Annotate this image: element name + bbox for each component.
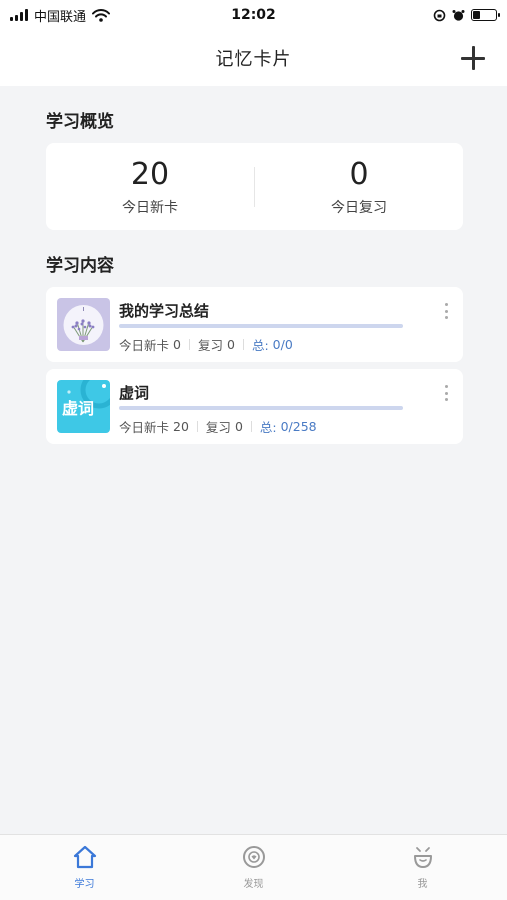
- more-options-icon[interactable]: [443, 385, 449, 401]
- page-title: 记忆卡片: [215, 49, 292, 70]
- app-screen: 中国联通 12:02 记忆卡片 学习概览 20 今日新卡 0 今日复习 学习内容…: [0, 0, 507, 900]
- xuci-thumbnail: 虚词: [57, 380, 110, 433]
- add-button[interactable]: [459, 44, 487, 72]
- deck-name: 虚词: [119, 384, 150, 402]
- stats-divider: [250, 421, 252, 432]
- stats-divider: [242, 339, 244, 350]
- overview-section-title: 学习概览: [46, 112, 114, 132]
- deck-new-value: 20: [173, 419, 189, 434]
- lavender-thumbnail: [57, 298, 110, 351]
- deck-card-xuci[interactable]: 虚词 虚词 今日新卡 20 复习 0 总: 0/258: [46, 369, 463, 444]
- alarm-icon: [452, 9, 465, 21]
- new-cards-value: 20: [130, 156, 170, 192]
- deck-new-value: 0: [173, 337, 181, 352]
- new-cards-label: 今日新卡: [122, 199, 178, 216]
- overview-card: 20 今日新卡 0 今日复习: [46, 143, 463, 230]
- deck-card-summary[interactable]: 我的学习总结 今日新卡 0 复习 0 总: 0/0: [46, 287, 463, 362]
- content-section-title: 学习内容: [46, 256, 114, 276]
- review-label: 今日复习: [331, 199, 387, 216]
- profile-icon: [413, 847, 432, 868]
- thumbnail-text: 虚词: [62, 399, 95, 418]
- deck-review-label: 复习: [197, 338, 223, 353]
- tab-label: 我: [417, 879, 428, 890]
- deck-total-value: 0/258: [280, 419, 317, 434]
- nav-bar: 记忆卡片: [0, 30, 507, 86]
- deck-progress-bar: [119, 406, 403, 410]
- new-cards-stat[interactable]: 20 今日新卡: [46, 157, 254, 217]
- tab-me[interactable]: 我: [338, 835, 507, 900]
- stats-divider: [196, 421, 198, 432]
- tab-label: 发现: [243, 879, 264, 890]
- deck-review-value: 0: [226, 337, 235, 352]
- rotation-lock-icon: [433, 9, 446, 21]
- deck-total-label: 总:: [259, 420, 277, 435]
- deck-progress-bar: [119, 324, 403, 328]
- deck-stats: 今日新卡 0 复习 0 总: 0/0: [119, 335, 293, 354]
- deck-new-label: 今日新卡: [119, 420, 170, 435]
- review-stat[interactable]: 0 今日复习: [255, 157, 463, 217]
- status-bar: 中国联通 12:02: [0, 0, 507, 30]
- discover-icon: [242, 846, 265, 868]
- deck-review-value: 0: [234, 419, 243, 434]
- status-left: 中国联通: [10, 6, 111, 25]
- stats-divider: [188, 339, 190, 350]
- tab-label: 学习: [74, 879, 95, 890]
- signal-icon: [10, 9, 28, 21]
- tab-study[interactable]: 学习: [0, 835, 169, 900]
- status-right: [433, 9, 500, 22]
- deck-total-value: 0/0: [272, 337, 293, 352]
- deck-total-label: 总:: [251, 338, 269, 353]
- deck-stats: 今日新卡 20 复习 0 总: 0/258: [119, 417, 317, 436]
- deck-name: 我的学习总结: [119, 302, 210, 320]
- review-value: 0: [349, 156, 369, 192]
- wifi-icon: [92, 8, 111, 22]
- status-time: 12:02: [231, 7, 276, 23]
- deck-new-label: 今日新卡: [119, 338, 170, 353]
- more-options-icon[interactable]: [443, 303, 449, 319]
- battery-icon: [471, 9, 500, 21]
- tab-bar: 学习 发现 我: [0, 834, 507, 900]
- home-icon: [73, 845, 96, 869]
- tab-discover[interactable]: 发现: [169, 835, 338, 900]
- deck-review-label: 复习: [205, 420, 231, 435]
- carrier-label: 中国联通: [34, 9, 87, 25]
- battery-level: [473, 11, 480, 19]
